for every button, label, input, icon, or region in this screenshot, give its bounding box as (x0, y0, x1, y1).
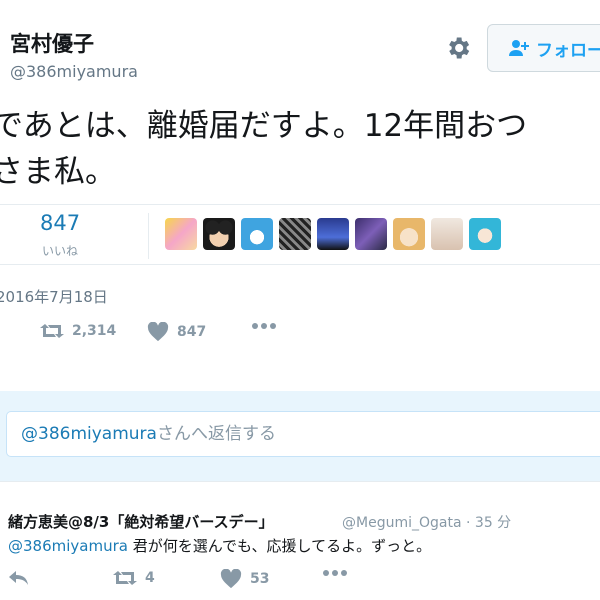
stats-separator (148, 213, 149, 259)
reply-author-handle[interactable]: @Megumi_Ogata (342, 515, 462, 531)
reply-area: @386miyamuraさんへ返信する (0, 391, 600, 481)
follow-label: フォロー (536, 40, 600, 61)
like-count: 847 (177, 324, 207, 340)
reply-like-count: 53 (250, 571, 270, 587)
follow-button[interactable]: フォロー (487, 24, 600, 72)
reply-icon (9, 571, 28, 585)
reply-time[interactable]: 35 分 (475, 515, 511, 531)
author-handle[interactable]: @386miyamura (10, 62, 138, 81)
gear-icon[interactable] (444, 34, 472, 62)
reply-tweet[interactable]: 緒方恵美@8/3「絶対希望バースデー」 @Megumi_Ogata · 35 分… (0, 481, 600, 600)
like-button[interactable]: 847 (147, 322, 206, 342)
tweet-actions: 2,314 847 (0, 322, 600, 352)
avatar[interactable] (241, 218, 273, 250)
reply-more-button[interactable] (322, 569, 348, 577)
heart-icon (147, 322, 169, 342)
more-icon (252, 323, 276, 329)
avatar[interactable] (393, 218, 425, 250)
avatar[interactable] (203, 218, 235, 250)
divider (0, 264, 600, 265)
reply-button[interactable] (8, 569, 30, 587)
likes-count[interactable]: 847 (40, 211, 80, 235)
meta-separator: · (466, 515, 475, 531)
tweet-header: 宮村優子 @386miyamura フォロー (0, 0, 600, 92)
tweet-date[interactable]: 2016年7月18日 (0, 286, 108, 307)
heart-icon (220, 569, 242, 589)
reply-like-button[interactable]: 53 (220, 569, 269, 589)
reply-mention: @386miyamura (21, 424, 157, 444)
avatar[interactable] (431, 218, 463, 250)
avatar[interactable] (355, 218, 387, 250)
avatar[interactable] (469, 218, 501, 250)
author-name[interactable]: 宮村優子 (10, 28, 94, 58)
reply-text: @386miyamura 君が何を選んでも、応援してるよ。ずっと。 (8, 535, 431, 556)
liker-avatars (165, 218, 501, 250)
reply-retweet-count: 4 (145, 570, 155, 586)
reply-retweet-button[interactable]: 4 (113, 569, 155, 587)
tweet-text-line: さま私。 (0, 154, 116, 190)
likes-label: いいね (42, 244, 79, 258)
reply-actions: 4 53 (0, 569, 600, 593)
retweet-icon (40, 324, 64, 338)
reply-text-mention[interactable]: @386miyamura (8, 537, 128, 555)
more-button[interactable] (251, 322, 277, 330)
more-icon (323, 570, 347, 576)
retweet-count: 2,314 (72, 323, 117, 339)
avatar[interactable] (165, 218, 197, 250)
reply-author-name[interactable]: 緒方恵美@8/3「絶対希望バースデー」 (8, 511, 274, 532)
retweet-icon (113, 571, 137, 585)
reply-input[interactable]: @386miyamuraさんへ返信する (6, 411, 600, 457)
reply-placeholder: さんへ返信する (156, 424, 276, 444)
add-user-icon (509, 40, 529, 56)
retweet-button[interactable]: 2,314 (40, 322, 116, 340)
avatar[interactable] (279, 218, 311, 250)
tweet-text-line: であとは、離婚届だすよ。12年間おつ (0, 108, 528, 144)
avatar[interactable] (317, 218, 349, 250)
reply-meta: @Megumi_Ogata · 35 分 (342, 512, 511, 532)
reply-text-body: 君が何を選んでも、応援してるよ。ずっと。 (132, 537, 432, 555)
